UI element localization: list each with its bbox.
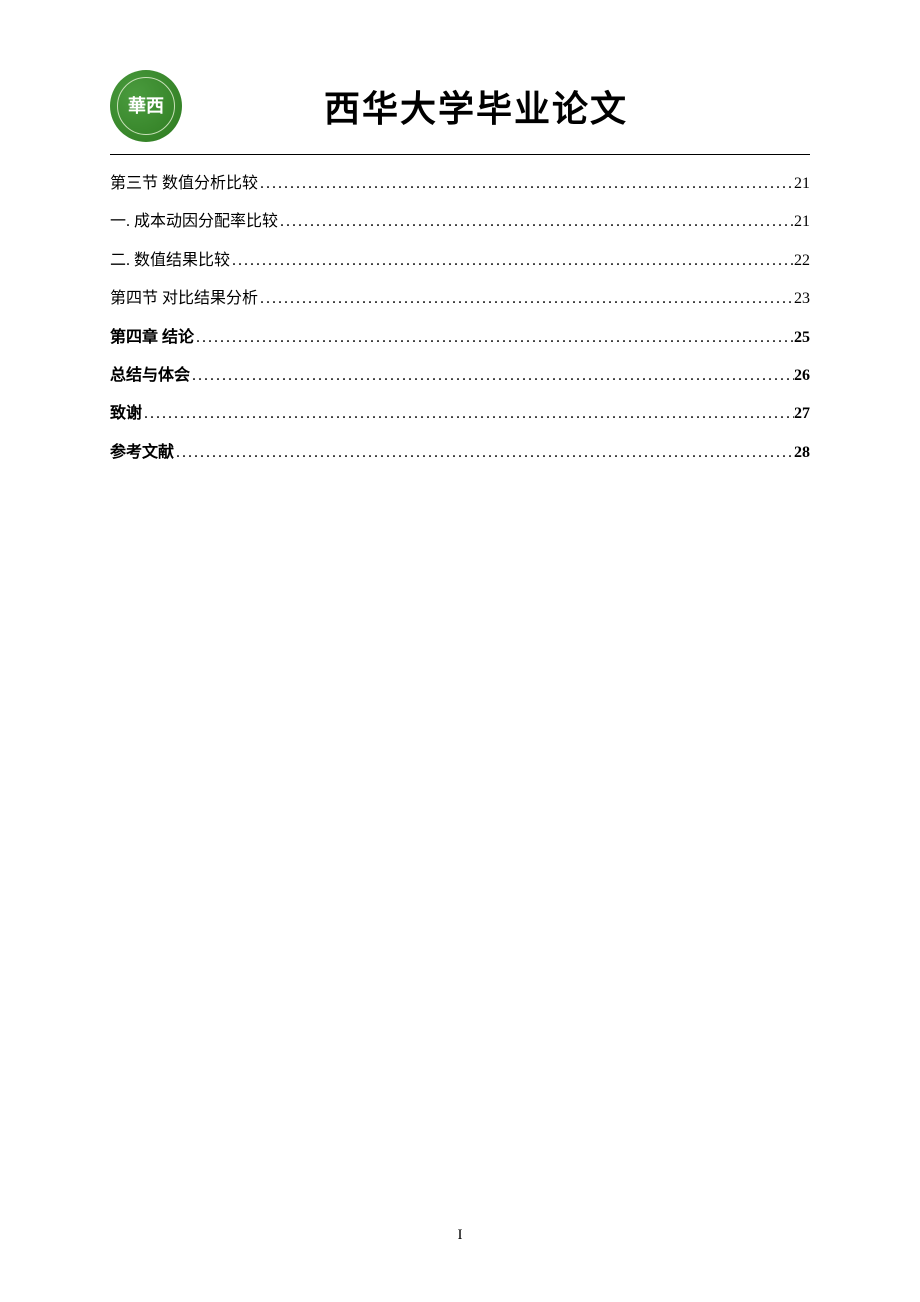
toc-entry-page: 25 <box>794 327 810 349</box>
toc-leader-dots <box>142 403 794 425</box>
toc-leader-dots <box>190 365 794 387</box>
toc-entry: 一. 成本动因分配率比较 21 <box>110 211 810 233</box>
toc-leader-dots <box>278 211 794 233</box>
toc-entry: 第三节 数值分析比较 21 <box>110 173 810 195</box>
toc-entry-label: 第四章 结论 <box>110 327 194 349</box>
toc-entry: 参考文献 28 <box>110 442 810 464</box>
toc-leader-dots <box>230 250 794 272</box>
toc-leader-dots <box>194 327 794 349</box>
document-title: 西华大学毕业论文 <box>182 80 810 132</box>
toc-entry: 致谢 27 <box>110 403 810 425</box>
logo-text: 華西 <box>128 97 164 115</box>
toc-entry-label: 致谢 <box>110 403 142 425</box>
toc-entry-page: 28 <box>794 442 810 464</box>
toc-entry: 第四节 对比结果分析 23 <box>110 288 810 310</box>
toc-entry: 总结与体会 26 <box>110 365 810 387</box>
toc-entry-page: 21 <box>794 173 810 195</box>
toc-leader-dots <box>174 442 794 464</box>
toc-entry-label: 一. 成本动因分配率比较 <box>110 211 278 233</box>
toc-entry-page: 26 <box>794 365 810 387</box>
toc-entry-page: 23 <box>794 288 810 310</box>
toc-entry-page: 22 <box>794 250 810 272</box>
toc-entry-label: 第四节 对比结果分析 <box>110 288 258 310</box>
toc-entry: 第四章 结论 25 <box>110 327 810 349</box>
toc-entry-label: 第三节 数值分析比较 <box>110 173 258 195</box>
page-header: 華西 西华大学毕业论文 <box>110 70 810 142</box>
toc-entry-label: 参考文献 <box>110 442 174 464</box>
toc-entry-page: 21 <box>794 211 810 233</box>
university-logo: 華西 <box>110 70 182 142</box>
header-divider <box>110 154 810 155</box>
toc-entry-label: 二. 数值结果比较 <box>110 250 230 272</box>
logo-inner-ring: 華西 <box>117 77 175 135</box>
toc-leader-dots <box>258 288 794 310</box>
toc-entry-page: 27 <box>794 403 810 425</box>
toc-leader-dots <box>258 173 794 195</box>
table-of-contents: 第三节 数值分析比较 21 一. 成本动因分配率比较 21 二. 数值结果比较 22 第四节… <box>110 173 810 464</box>
toc-entry-label: 总结与体会 <box>110 365 190 387</box>
page-number: I <box>0 1227 920 1244</box>
document-page: 華西 西华大学毕业论文 第三节 数值分析比较 21 一. 成本动因分配率比较 21 二.… <box>0 0 920 540</box>
toc-entry: 二. 数值结果比较 22 <box>110 250 810 272</box>
